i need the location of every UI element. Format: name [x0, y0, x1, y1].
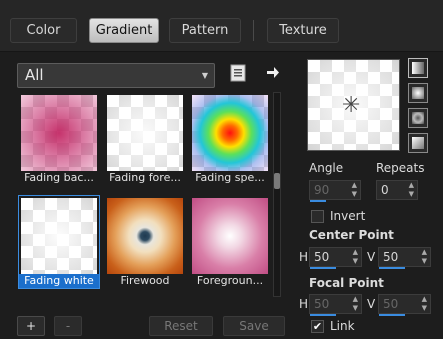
gradient-firewood[interactable]: Firewood [104, 195, 186, 289]
focal-h-value: 50 [314, 297, 330, 311]
reset-button[interactable]: Reset [149, 316, 213, 336]
link-label: Link [330, 319, 355, 333]
rectangular-gradient-icon [412, 87, 424, 99]
gradient-preview[interactable]: ✳ [307, 59, 400, 151]
category-dropdown-value: All [25, 66, 44, 84]
angle-field[interactable]: 90 ▲ ▼ [309, 180, 361, 202]
gradient-swatch [192, 95, 268, 171]
gradient-label: Fading spe... [195, 171, 265, 184]
gradient-swatch [107, 198, 183, 274]
repeats-value: 0 [381, 183, 389, 197]
center-h-label: H [299, 250, 309, 264]
focal-h-slider-bar[interactable] [310, 314, 336, 316]
checkmark-icon: ✔ [312, 320, 323, 333]
gradient-fading-spectrum[interactable]: Fading spe... [189, 92, 271, 186]
add-gradient-button[interactable]: + [17, 316, 45, 336]
gradient-foreground[interactable]: Foregroun... [189, 195, 271, 289]
tab-divider [253, 20, 254, 41]
center-h-field[interactable]: 50 ▲ ▼ [309, 247, 362, 269]
spin-arrows-icon[interactable]: ▲ ▼ [353, 248, 358, 266]
focal-v-slider-bar[interactable] [379, 314, 405, 316]
gradient-label: Firewood [120, 274, 170, 287]
angle-label: Angle [309, 161, 344, 175]
arrow-right-icon[interactable] [266, 66, 280, 82]
gradient-fading-white[interactable]: Fading white [18, 195, 100, 289]
center-v-label: V [367, 250, 376, 264]
spin-arrows-icon[interactable]: ▲ ▼ [409, 181, 414, 199]
gradient-swatch [192, 198, 268, 274]
focal-v-value: 50 [383, 297, 399, 311]
save-button[interactable]: Save [223, 316, 285, 336]
focal-v-label: V [367, 297, 376, 311]
invert-checkbox[interactable] [311, 210, 324, 223]
center-h-value: 50 [314, 250, 330, 264]
radial-gradient-icon [412, 137, 424, 149]
center-v-value: 50 [383, 250, 399, 264]
gradient-swatch [21, 95, 97, 171]
focal-h-field[interactable]: 50 ▲ ▼ [309, 294, 362, 316]
spin-arrows-icon[interactable]: ▲ ▼ [422, 295, 427, 313]
gradient-label: Foregroun... [196, 274, 264, 287]
invert-label: Invert [330, 209, 366, 223]
gradient-label: Fading bac... [24, 171, 94, 184]
gradient-label: Fading white [19, 274, 99, 288]
center-v-slider-bar[interactable] [379, 267, 405, 269]
spin-arrows-icon[interactable]: ▲ ▼ [422, 248, 427, 266]
radial-gradient-type-button[interactable] [408, 133, 428, 153]
tab-gradient[interactable]: Gradient [89, 18, 159, 43]
link-checkbox[interactable]: ✔ [311, 320, 324, 333]
focal-v-field[interactable]: 50 ▲ ▼ [378, 294, 431, 316]
thumbnail-scrollbar[interactable] [273, 92, 281, 297]
spin-arrows-icon[interactable]: ▲ ▼ [353, 295, 358, 313]
gradient-swatch [21, 198, 97, 274]
tab-pattern[interactable]: Pattern [169, 18, 241, 43]
linear-gradient-icon [412, 62, 424, 74]
gradient-fading-foreground[interactable]: Fading fore... [104, 92, 186, 186]
angle-value: 90 [314, 183, 330, 197]
repeats-label: Repeats [376, 161, 425, 175]
spin-arrows-icon[interactable]: ▲ ▼ [352, 181, 357, 199]
library-menu-icon[interactable] [230, 64, 246, 85]
sunburst-gradient-icon [412, 112, 424, 124]
focal-point-label: Focal Point [309, 276, 384, 290]
sunburst-gradient-type-button[interactable] [408, 108, 428, 128]
focal-h-label: H [299, 297, 309, 311]
tab-color[interactable]: Color [10, 18, 77, 43]
gradient-fading-background[interactable]: Fading bac... [18, 92, 100, 186]
scrollbar-thumb[interactable] [274, 173, 280, 189]
remove-gradient-button[interactable]: - [54, 316, 82, 336]
center-v-field[interactable]: 50 ▲ ▼ [378, 247, 431, 269]
tab-texture[interactable]: Texture [267, 18, 339, 43]
center-point-crosshair-icon[interactable]: ✳ [342, 95, 360, 117]
center-h-slider-bar[interactable] [310, 267, 336, 269]
gradient-swatch [107, 95, 183, 171]
gradient-label: Fading fore... [109, 171, 181, 184]
tab-bar: Color Gradient Pattern Texture [0, 0, 443, 52]
center-point-label: Center Point [309, 228, 394, 242]
rectangular-gradient-type-button[interactable] [408, 83, 428, 103]
angle-slider-bar[interactable] [310, 200, 326, 202]
category-dropdown[interactable]: All ▼ [17, 63, 215, 88]
repeats-field[interactable]: 0 ▲ ▼ [376, 180, 418, 200]
linear-gradient-type-button[interactable] [408, 58, 428, 78]
chevron-down-icon: ▼ [201, 71, 208, 80]
